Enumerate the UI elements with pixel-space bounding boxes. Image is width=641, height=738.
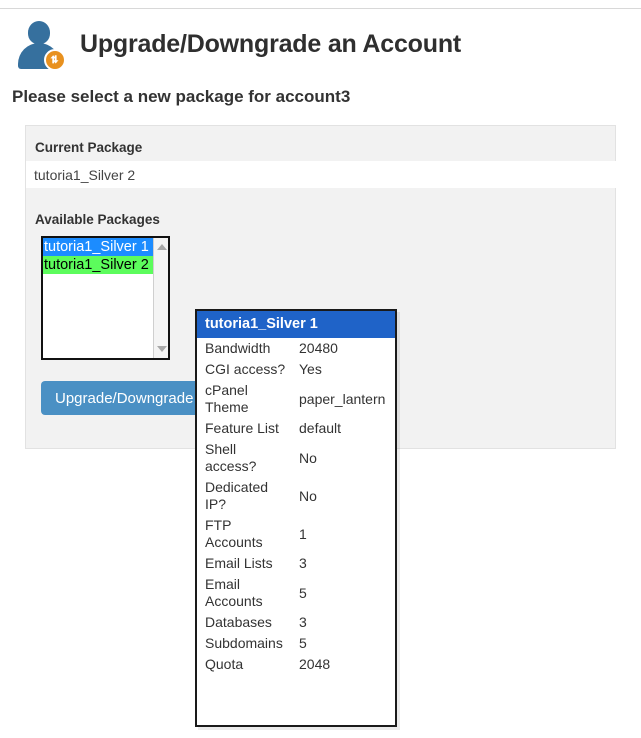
table-row: CGI access? Yes [197, 359, 395, 380]
list-item[interactable]: tutoria1_Silver 2 [43, 256, 153, 274]
listbox-options[interactable]: tutoria1_Silver 1 tutoria1_Silver 2 [43, 238, 153, 358]
page-root: Upgrade/Downgrade an Account Please sele… [0, 0, 641, 738]
package-details-popup: tutoria1_Silver 1 Bandwidth 20480 CGI ac… [195, 309, 397, 727]
row-value: 5 [299, 635, 307, 651]
table-row: cPanel Theme paper_lantern [197, 380, 395, 418]
row-key: Shell access? [205, 441, 257, 474]
table-row: Bandwidth 20480 [197, 338, 395, 359]
table-row: Databases 3 [197, 612, 395, 633]
row-key: Feature List [205, 420, 279, 436]
table-row: Email Lists 3 [197, 553, 395, 574]
package-details-table: Bandwidth 20480 CGI access? Yes cPanel T… [197, 338, 395, 675]
upgrade-downgrade-button[interactable]: Upgrade/Downgrade [41, 381, 208, 415]
row-value: 2048 [299, 656, 331, 672]
table-row: Subdomains 5 [197, 633, 395, 654]
table-row: Quota 2048 [197, 654, 395, 675]
user-upgrade-icon [14, 18, 66, 71]
list-item[interactable]: tutoria1_Silver 1 [43, 238, 153, 256]
row-key: Email Lists [205, 555, 273, 571]
available-packages-label: Available Packages [35, 212, 160, 227]
scroll-up-icon[interactable] [154, 240, 169, 254]
upgrade-downgrade-badge-icon [44, 49, 66, 71]
row-key: CGI access? [205, 361, 286, 377]
page-header: Upgrade/Downgrade an Account [14, 18, 462, 71]
table-row: Email Accounts 5 [197, 574, 395, 612]
scroll-down-icon[interactable] [154, 342, 169, 356]
row-key: Quota [205, 656, 244, 672]
package-details-rows: Bandwidth 20480 CGI access? Yes cPanel T… [197, 338, 395, 675]
row-value: 1 [299, 525, 307, 542]
current-package-value: tutoria1_Silver 2 [26, 161, 626, 188]
row-key: Dedicated IP? [205, 479, 269, 512]
page-title: Upgrade/Downgrade an Account [80, 29, 462, 58]
row-key: Email Accounts [205, 576, 263, 609]
row-value: Yes [299, 361, 322, 377]
table-row: Feature List default [197, 418, 395, 439]
table-row: Shell access? No [197, 439, 395, 477]
table-row: FTP Accounts 1 [197, 515, 395, 553]
row-key: Bandwidth [205, 340, 271, 356]
row-value: 5 [299, 584, 307, 601]
row-value: No [299, 487, 317, 504]
listbox-scrollbar[interactable] [153, 238, 168, 358]
row-value: No [299, 449, 317, 466]
row-value: 20480 [299, 340, 338, 356]
popup-title: tutoria1_Silver 1 [197, 311, 395, 338]
user-head-shape [28, 21, 50, 44]
top-divider [0, 8, 641, 9]
available-packages-listbox[interactable]: tutoria1_Silver 1 tutoria1_Silver 2 [41, 236, 170, 360]
current-package-label: Current Package [35, 140, 143, 155]
row-key: Databases [205, 614, 272, 630]
page-subtitle: Please select a new package for account3 [12, 87, 351, 106]
row-value: 3 [299, 555, 307, 571]
row-key: FTP Accounts [205, 517, 263, 550]
row-key: cPanel Theme [205, 382, 249, 415]
row-value: default [299, 420, 342, 436]
row-value: paper_lantern [299, 390, 386, 407]
row-key: Subdomains [205, 635, 283, 651]
row-value: 3 [299, 614, 307, 630]
table-row: Dedicated IP? No [197, 477, 395, 515]
